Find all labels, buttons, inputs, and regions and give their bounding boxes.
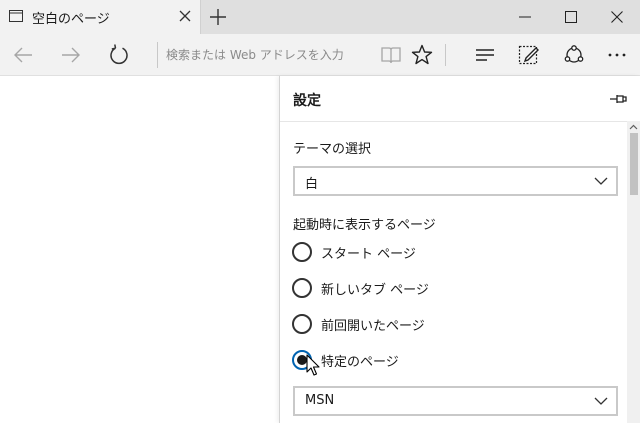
- tab-title: 空白のページ: [32, 12, 110, 27]
- new-tab-button[interactable]: [207, 6, 229, 28]
- browser-tab[interactable]: 空白のページ: [0, 0, 201, 34]
- address-separator: [157, 42, 158, 68]
- radio-button[interactable]: [292, 242, 312, 262]
- radio-previous-pages[interactable]: 前回開いたページ: [292, 313, 592, 337]
- close-icon[interactable]: [179, 10, 191, 22]
- radio-specific-page[interactable]: 特定のページ: [292, 349, 592, 373]
- theme-select-value: 白: [305, 177, 319, 192]
- scroll-thumb[interactable]: [630, 133, 638, 195]
- panel-title: 設定: [293, 93, 321, 109]
- more-icon[interactable]: [604, 42, 630, 68]
- radio-label: 特定のページ: [321, 355, 399, 370]
- startup-label: 起動時に表示するページ: [293, 218, 436, 233]
- theme-select[interactable]: 白: [293, 166, 618, 196]
- panel-scrollbar[interactable]: [627, 121, 640, 423]
- settings-panel: 設定 テーマの選択 白 起動時に表示するページ スタート ページ 新しいタブ ペ…: [279, 76, 640, 423]
- reading-view-icon[interactable]: [378, 42, 404, 68]
- specific-page-select[interactable]: MSN: [293, 386, 618, 416]
- hub-icon[interactable]: [472, 42, 498, 68]
- web-note-icon[interactable]: [516, 42, 542, 68]
- radio-label: 前回開いたページ: [321, 319, 425, 334]
- mouse-cursor-icon: [306, 354, 320, 378]
- radio-new-tab-page[interactable]: 新しいタブ ページ: [292, 277, 592, 301]
- forward-arrow-icon[interactable]: [58, 42, 84, 68]
- page-icon: [9, 10, 23, 22]
- radio-button[interactable]: [292, 314, 312, 334]
- navigation-bar: [0, 34, 640, 76]
- title-bar: 空白のページ: [0, 0, 640, 34]
- star-icon[interactable]: [409, 42, 435, 68]
- scroll-up-arrow-icon[interactable]: [629, 124, 638, 130]
- minimize-button[interactable]: [502, 0, 548, 34]
- refresh-icon[interactable]: [106, 42, 132, 68]
- panel-divider: [280, 121, 628, 122]
- window-close-button[interactable]: [594, 0, 640, 34]
- toolbar-separator: [445, 44, 446, 66]
- specific-page-select-value: MSN: [305, 393, 335, 408]
- address-input[interactable]: [166, 43, 371, 67]
- radio-label: スタート ページ: [321, 247, 416, 262]
- share-icon[interactable]: [561, 42, 587, 68]
- radio-label: 新しいタブ ページ: [321, 283, 429, 298]
- theme-label: テーマの選択: [293, 142, 372, 157]
- pin-icon[interactable]: [609, 92, 627, 106]
- radio-button[interactable]: [292, 278, 312, 298]
- maximize-button[interactable]: [548, 0, 594, 34]
- chevron-down-icon: [594, 396, 608, 406]
- radio-start-page[interactable]: スタート ページ: [292, 241, 592, 265]
- chevron-down-icon: [594, 176, 608, 186]
- back-arrow-icon[interactable]: [10, 42, 36, 68]
